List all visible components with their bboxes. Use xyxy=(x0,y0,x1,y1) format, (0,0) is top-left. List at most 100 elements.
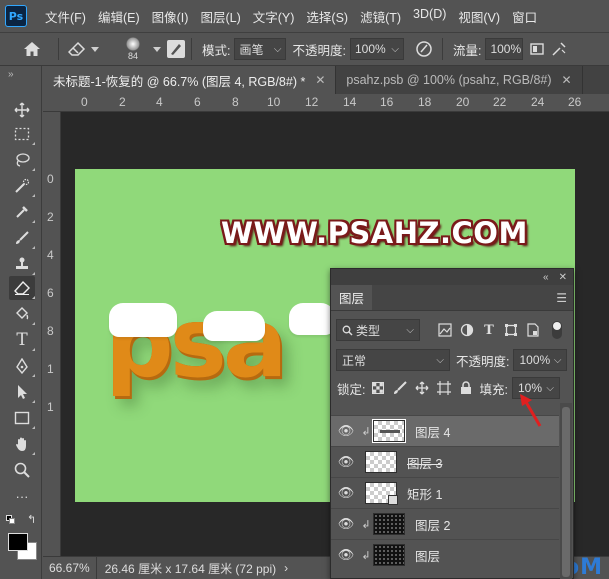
menu-bar: Ps 文件(F) 编辑(E) 图像(I) 图层(L) 文字(Y) 选择(S) 滤… xyxy=(0,0,609,32)
brush-settings-icon[interactable] xyxy=(167,40,185,58)
filter-label: 类型 xyxy=(356,323,381,338)
close-icon[interactable]: ✕ xyxy=(562,73,572,87)
lock-all-icon[interactable] xyxy=(455,377,477,399)
tab-label: 未标题-1-恢复的 @ 66.7% (图层 4, RGB/8#) * xyxy=(53,74,306,89)
lock-label: 锁定: xyxy=(337,382,366,397)
collapse-panel-icon[interactable]: « xyxy=(543,272,549,283)
menu-3d[interactable]: 3D(D) xyxy=(407,7,452,26)
layer-row[interactable]: 👁 ↲ 图层 xyxy=(331,539,559,570)
hand-tool-icon[interactable] xyxy=(9,432,35,456)
flow-slider-icon[interactable] xyxy=(525,37,549,61)
layer-row[interactable]: 👁 矩形 1 xyxy=(331,477,559,508)
ruler-label: 2 xyxy=(47,210,54,224)
opacity-value: 100% xyxy=(354,42,386,56)
layer-thumbnail xyxy=(365,482,398,505)
tools-panel: » T ··· ↰ xyxy=(0,66,42,579)
menu-window[interactable]: 窗口 xyxy=(506,7,543,26)
filter-smart-object-icon[interactable] xyxy=(522,319,544,341)
lock-position-icon[interactable] xyxy=(411,377,433,399)
visibility-eye-icon[interactable]: 👁 xyxy=(331,516,361,532)
fill-tool-icon[interactable] xyxy=(9,302,35,326)
layer-filter-row: 类型 ⌵ T xyxy=(331,319,573,341)
filter-adjustment-icon[interactable] xyxy=(456,319,478,341)
brush-picker-caret-icon[interactable] xyxy=(153,46,161,52)
pressure-opacity-icon[interactable] xyxy=(412,37,436,61)
mode-value: 画笔 xyxy=(239,42,264,57)
menu-filter[interactable]: 滤镜(T) xyxy=(354,7,407,26)
close-icon[interactable]: ✕ xyxy=(315,73,325,87)
filter-type-icon[interactable]: T xyxy=(478,319,500,341)
menu-file[interactable]: 文件(F) xyxy=(39,7,92,26)
eraser-icon[interactable] xyxy=(65,37,89,61)
visibility-eye-icon[interactable]: 👁 xyxy=(331,454,361,470)
ruler-label: 2 xyxy=(119,95,126,109)
brush-preset-picker[interactable]: 84 xyxy=(113,37,153,61)
smart-object-badge-icon xyxy=(388,495,398,505)
lock-artboard-icon[interactable] xyxy=(433,377,455,399)
pen-tool-icon[interactable] xyxy=(9,354,35,378)
brush-tool-icon[interactable] xyxy=(9,226,35,250)
menu-image[interactable]: 图像(I) xyxy=(146,7,195,26)
flow-field[interactable]: 100% xyxy=(485,38,524,60)
blend-mode-dropdown[interactable]: 正常 ⌵ xyxy=(336,349,450,371)
zoom-level[interactable]: 66.67% xyxy=(43,557,97,579)
layer-row[interactable]: 👁 图层 3 xyxy=(331,446,559,477)
filter-shape-icon[interactable] xyxy=(500,319,522,341)
menu-view[interactable]: 视图(V) xyxy=(452,7,506,26)
layer-opacity-field[interactable]: 100% ⌵ xyxy=(513,349,568,371)
visibility-eye-icon[interactable]: 👁 xyxy=(331,423,361,439)
layers-scrollbar[interactable] xyxy=(560,403,572,579)
filter-toggle[interactable] xyxy=(552,321,562,339)
default-colors-icon[interactable] xyxy=(6,515,16,525)
lasso-tool-icon[interactable] xyxy=(9,148,35,172)
brush-size-label: 84 xyxy=(127,51,138,61)
tool-preset-caret-icon[interactable] xyxy=(91,46,99,52)
eraser-tool-icon[interactable] xyxy=(9,276,35,300)
swap-colors-icon[interactable]: ↰ xyxy=(27,513,36,526)
menu-select[interactable]: 选择(S) xyxy=(300,7,354,26)
menu-type[interactable]: 文字(Y) xyxy=(247,7,301,26)
ruler-label: 1 xyxy=(47,362,54,376)
panel-title-bar: « ✕ xyxy=(331,269,573,285)
lock-transparency-icon[interactable] xyxy=(367,377,389,399)
filter-pixel-icon[interactable] xyxy=(434,319,456,341)
annotation-arrow-icon xyxy=(520,394,542,427)
move-tool-icon[interactable] xyxy=(9,98,35,122)
tab-layers[interactable]: 图层 xyxy=(331,285,373,310)
ruler-label: 12 xyxy=(305,95,319,109)
quick-select-tool-icon[interactable] xyxy=(9,174,35,198)
rectangle-tool-icon[interactable] xyxy=(9,406,35,430)
opacity-field[interactable]: 100% ⌵ xyxy=(349,38,404,60)
ruler-label: 18 xyxy=(418,95,432,109)
filter-kind-dropdown[interactable]: 类型 ⌵ xyxy=(336,319,420,341)
type-tool-icon[interactable]: T xyxy=(9,328,35,352)
layer-opacity-value: 100% xyxy=(519,353,551,367)
stamp-tool-icon[interactable] xyxy=(9,252,35,276)
horizontal-ruler: 0 2 4 6 8 10 12 14 16 18 20 22 24 26 xyxy=(43,94,609,112)
collapse-icon[interactable]: » xyxy=(8,69,14,80)
more-tools-icon[interactable]: ··· xyxy=(9,484,35,508)
ruler-label: 8 xyxy=(47,324,54,338)
tab-document-1[interactable]: 未标题-1-恢复的 @ 66.7% (图层 4, RGB/8#) * ✕ xyxy=(43,66,337,94)
visibility-eye-icon[interactable]: 👁 xyxy=(331,547,361,563)
marquee-tool-icon[interactable] xyxy=(9,122,35,146)
visibility-eye-icon[interactable]: 👁 xyxy=(331,485,361,501)
foreground-color-swatch[interactable] xyxy=(8,533,28,551)
home-icon[interactable] xyxy=(20,37,44,61)
path-select-tool-icon[interactable] xyxy=(9,380,35,404)
mode-dropdown[interactable]: 画笔 ⌵ xyxy=(234,38,287,60)
zoom-tool-icon[interactable] xyxy=(9,458,35,482)
menu-layer[interactable]: 图层(L) xyxy=(194,7,246,26)
tab-document-2[interactable]: psahz.psb @ 100% (psahz, RGB/8#) ✕ xyxy=(336,66,583,94)
ruler-label: 22 xyxy=(493,95,507,109)
close-icon[interactable]: ✕ xyxy=(559,272,567,283)
eyedropper-tool-icon[interactable] xyxy=(9,200,35,224)
lock-pixels-icon[interactable] xyxy=(389,377,411,399)
panel-menu-icon[interactable]: ☰ xyxy=(556,285,567,310)
layer-name: 矩形 1 xyxy=(407,487,443,502)
status-menu-arrow[interactable]: › xyxy=(284,561,288,575)
menu-edit[interactable]: 编辑(E) xyxy=(92,7,146,26)
airbrush-icon[interactable] xyxy=(549,37,569,61)
scrollbar-thumb[interactable] xyxy=(562,407,570,577)
layer-row[interactable]: 👁 ↲ 图层 2 xyxy=(331,508,559,539)
